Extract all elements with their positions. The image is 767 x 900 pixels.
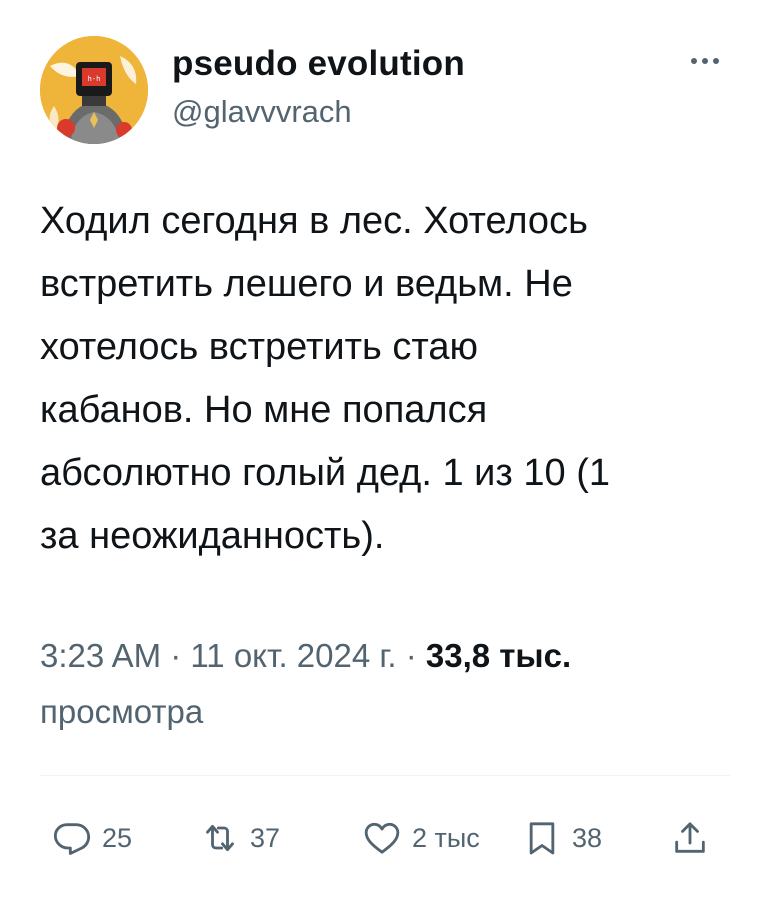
share-button[interactable] bbox=[670, 810, 710, 866]
more-options-icon[interactable] bbox=[680, 46, 730, 76]
author-display-name[interactable]: pseudo evolution bbox=[172, 42, 465, 86]
reply-button[interactable]: 25 bbox=[52, 810, 132, 866]
share-icon bbox=[675, 822, 705, 853]
avatar-image: h-h bbox=[40, 36, 148, 144]
svg-text:h-h: h-h bbox=[88, 75, 101, 83]
retweet-button[interactable]: 37 bbox=[200, 810, 280, 866]
tweet-text: Ходил сегодня в лес. Хотелось встретить … bbox=[40, 200, 610, 557]
bookmark-icon bbox=[529, 822, 555, 855]
views-label: просмотра bbox=[40, 693, 204, 730]
author-handle[interactable]: @glavvvrach bbox=[172, 92, 465, 132]
tweet-date[interactable]: 11 окт. 2024 г. bbox=[190, 637, 396, 674]
reply-icon bbox=[53, 823, 91, 855]
tweet-time[interactable]: 3:23 AM bbox=[40, 637, 161, 674]
retweet-icon bbox=[206, 824, 234, 852]
meta-separator: · bbox=[161, 637, 191, 674]
heart-icon bbox=[364, 822, 400, 854]
avatar[interactable]: h-h bbox=[40, 36, 148, 144]
action-bar: 25 37 2 тыс 38 bbox=[52, 810, 732, 866]
tweet-meta: 3:23 AM · 11 окт. 2024 г. · 33,8 тыс. про… bbox=[40, 628, 730, 740]
divider bbox=[40, 775, 730, 776]
reply-count: 25 bbox=[102, 822, 133, 853]
like-button[interactable]: 2 тыс bbox=[362, 810, 480, 866]
like-count: 2 тыс bbox=[412, 822, 480, 853]
views-count[interactable]: 33,8 тыс. bbox=[426, 637, 571, 674]
retweet-count: 37 bbox=[250, 822, 281, 853]
meta-separator: · bbox=[396, 637, 426, 674]
author-info: pseudo evolution @glavvvrach bbox=[172, 42, 465, 132]
tweet-header: h-h pseudo evolution @glavvvrach bbox=[40, 36, 730, 146]
bookmark-button[interactable]: 38 bbox=[522, 810, 602, 866]
bookmark-count: 38 bbox=[572, 822, 603, 853]
